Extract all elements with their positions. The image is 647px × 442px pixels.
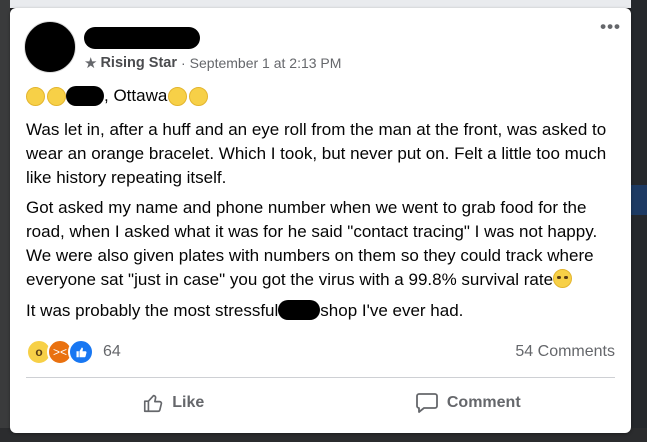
like-button[interactable]: Like [26, 385, 321, 421]
emoji-icon [189, 86, 209, 106]
comment-label: Comment [446, 394, 521, 411]
post-paragraph-text: It was probably the most stressful [26, 301, 279, 320]
meta-separator: · [181, 55, 186, 71]
like-icon [144, 394, 163, 413]
post-meta: ★ Rising Star · September 1 at 2:13 PM [84, 54, 341, 72]
like-reaction-icon [68, 339, 94, 365]
member-badge[interactable]: Rising Star [100, 55, 177, 71]
author-name-redacted[interactable] [84, 27, 200, 49]
emoji-icon [168, 86, 188, 106]
post-card: ★ Rising Star · September 1 at 2:13 PM •… [10, 8, 631, 433]
text-redacted [278, 300, 321, 320]
location-text: , Ottawa [104, 86, 168, 105]
emoji-icon [26, 86, 45, 106]
background-top [0, 0, 647, 8]
avatar[interactable] [24, 21, 76, 73]
post-paragraph-text: shop I've ever had. [320, 301, 464, 320]
reaction-count[interactable]: 64 [103, 343, 121, 361]
background-right-accent [631, 185, 647, 215]
post-paragraph: Got asked my name and phone number when … [26, 196, 622, 292]
reactions-summary[interactable]: o >< 64 [26, 339, 121, 365]
comment-count[interactable]: 54 Comments [515, 343, 615, 361]
emoji-icon [47, 86, 66, 106]
comment-icon [415, 393, 438, 413]
like-label: Like [172, 394, 205, 411]
rolling-eyes-emoji-icon [553, 269, 573, 288]
post-timestamp[interactable]: September 1 at 2:13 PM [190, 55, 342, 71]
comment-button[interactable]: Comment [321, 385, 616, 421]
background-right [631, 0, 647, 442]
star-icon: ★ [84, 55, 98, 72]
post-paragraph-text: Got asked my name and phone number when … [26, 198, 598, 289]
post-location: , Ottawa [26, 86, 209, 106]
post-paragraph: Was let in, after a huff and an eye roll… [26, 120, 607, 187]
post-actions: Like Comment [26, 385, 615, 421]
divider [26, 377, 615, 378]
more-icon[interactable]: ••• [600, 18, 621, 35]
background-left [0, 0, 10, 442]
post-paragraph: It was probably the most stressful shop I… [26, 299, 622, 323]
location-redacted [66, 86, 104, 106]
